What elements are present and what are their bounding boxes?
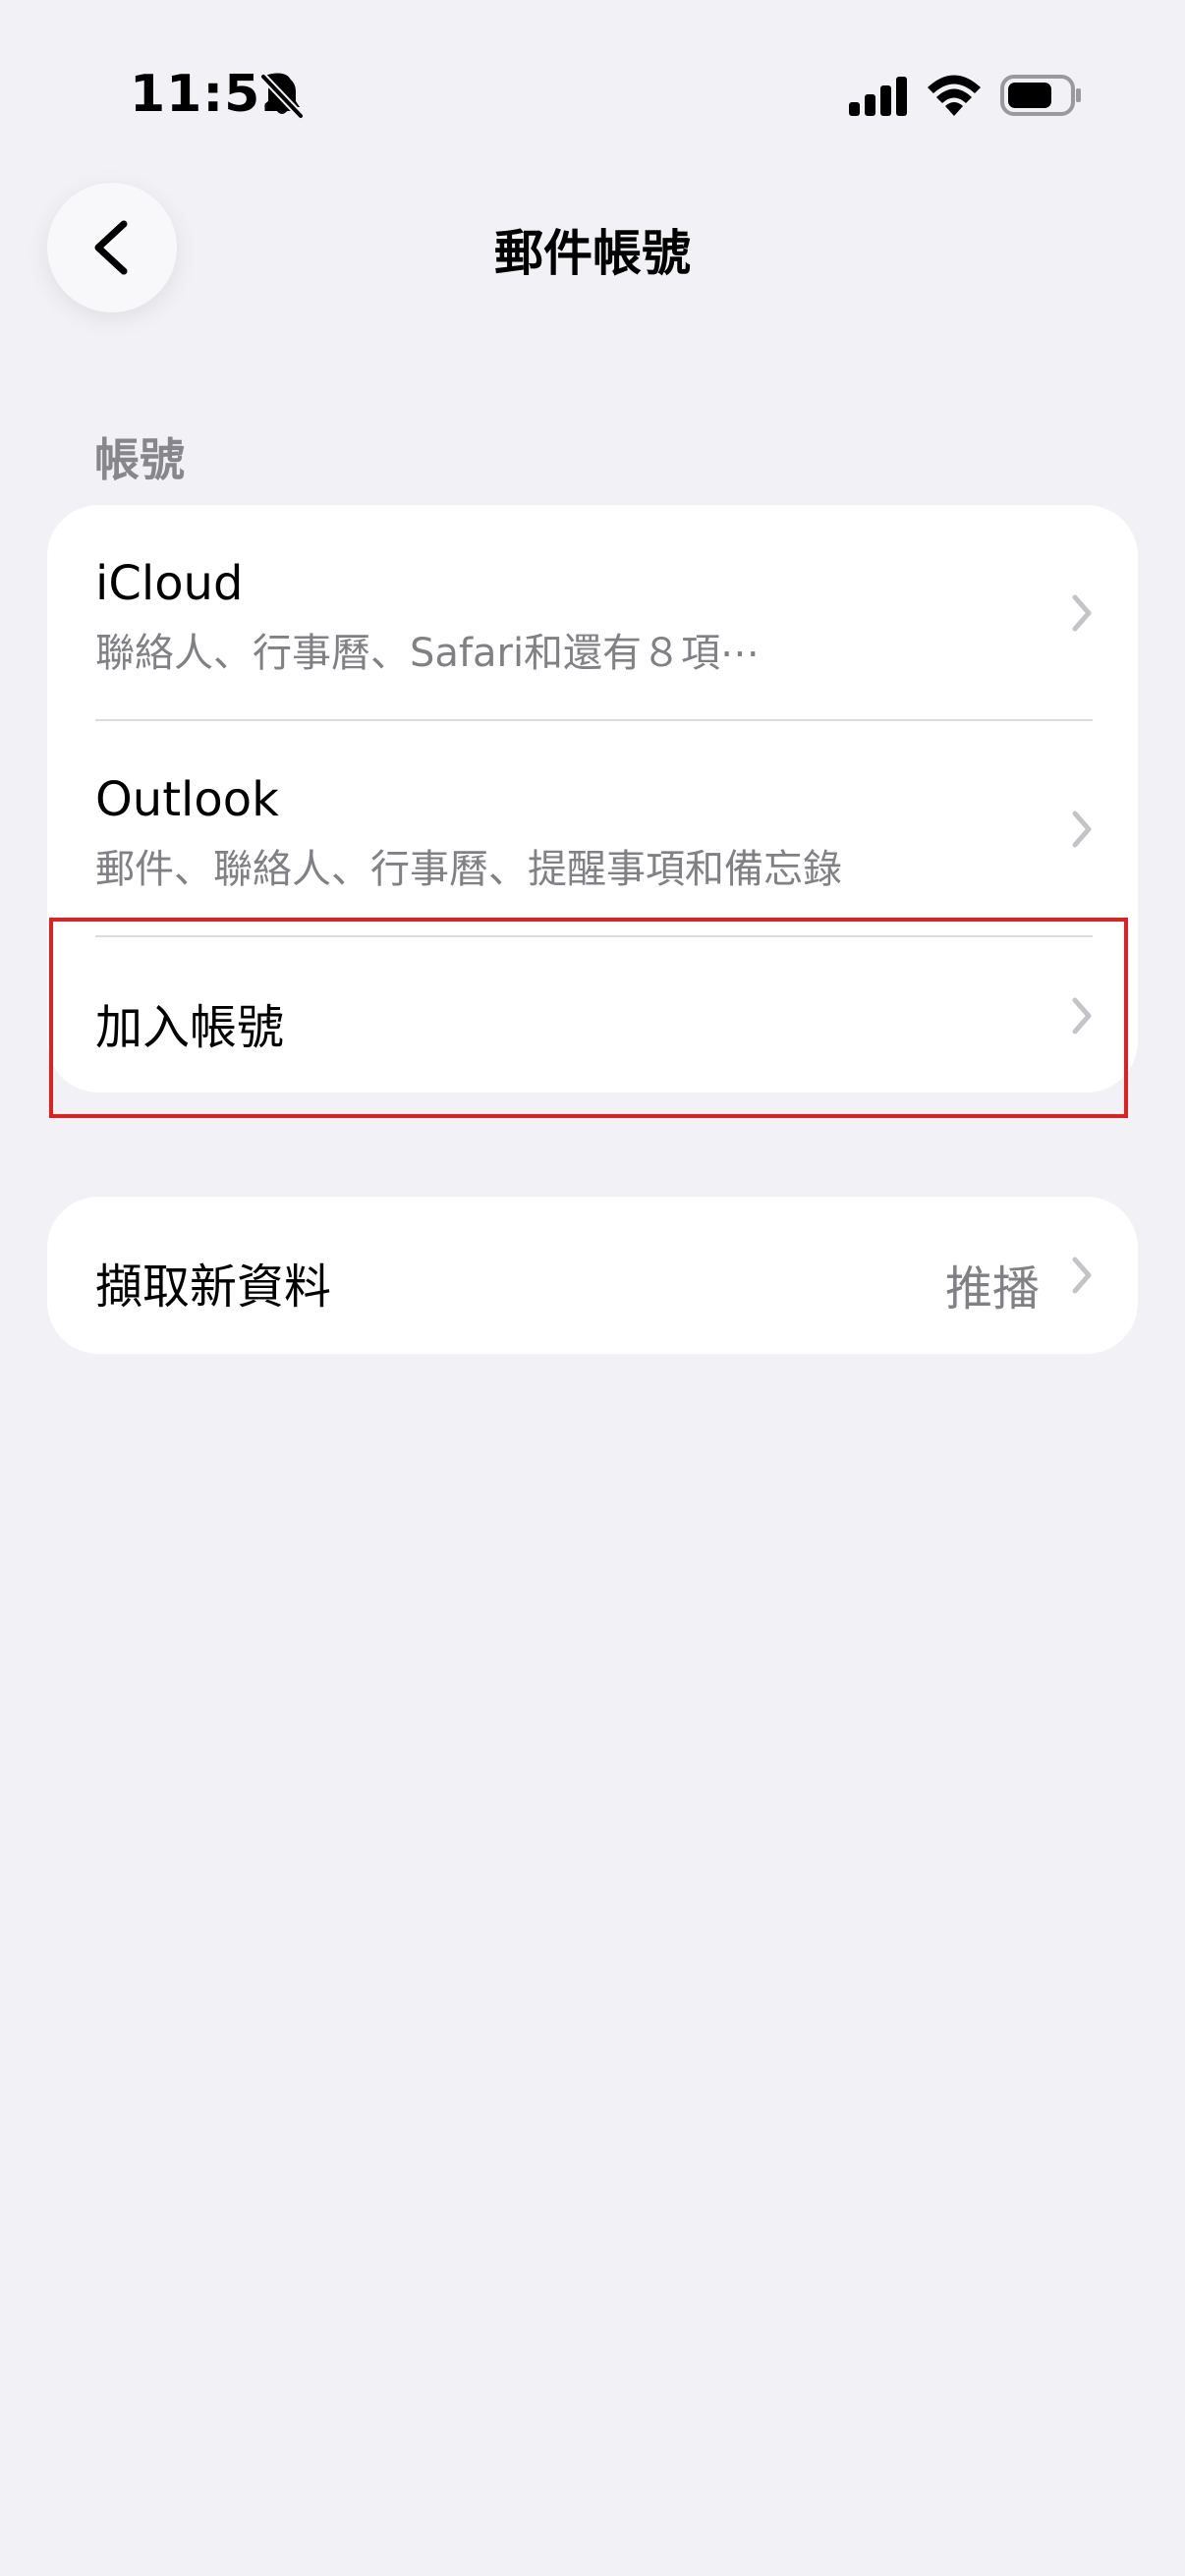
account-subtitle: 郵件、聯絡人、行事曆、提醒事項和備忘錄	[95, 847, 842, 892]
account-title: Outlook	[95, 772, 279, 827]
fetch-settings-group: 擷取新資料 推播	[47, 1197, 1138, 1354]
chevron-right-icon	[1072, 1257, 1092, 1294]
account-row-icloud[interactable]: iCloud 聯絡人、行事曆、Safari和還有８項⋯	[47, 505, 1138, 719]
fetch-new-data-row[interactable]: 擷取新資料 推播	[47, 1197, 1138, 1354]
fetch-new-data-label: 擷取新資料	[95, 1260, 332, 1315]
page-title: 郵件帳號	[494, 225, 691, 282]
chevron-right-icon	[1072, 594, 1092, 632]
mail-accounts-screen: 11:52 郵件帳號 帳號 iCloud 聯絡人、行事曆、Safari和還有８項…	[0, 0, 1185, 2576]
wifi-icon	[928, 75, 981, 116]
account-subtitle: 聯絡人、行事曆、Safari和還有８項⋯	[95, 631, 761, 676]
account-row-outlook[interactable]: Outlook 郵件、聯絡人、行事曆、提醒事項和備忘錄	[47, 721, 1138, 935]
cellular-signal-icon	[849, 77, 907, 116]
chevron-right-icon	[1072, 811, 1092, 848]
section-header-accounts: 帳號	[94, 433, 185, 486]
account-title: iCloud	[95, 556, 244, 611]
bell-slash-icon	[259, 73, 305, 120]
add-account-button[interactable]: 加入帳號	[47, 937, 1138, 1092]
status-bar: 11:52	[0, 0, 1185, 187]
chevron-right-icon	[1072, 997, 1092, 1035]
battery-icon	[1000, 75, 1081, 116]
fetch-new-data-value: 推播	[944, 1261, 1040, 1316]
accounts-list: iCloud 聯絡人、行事曆、Safari和還有８項⋯ Outlook 郵件、聯…	[47, 505, 1138, 1092]
add-account-label: 加入帳號	[95, 1000, 285, 1055]
